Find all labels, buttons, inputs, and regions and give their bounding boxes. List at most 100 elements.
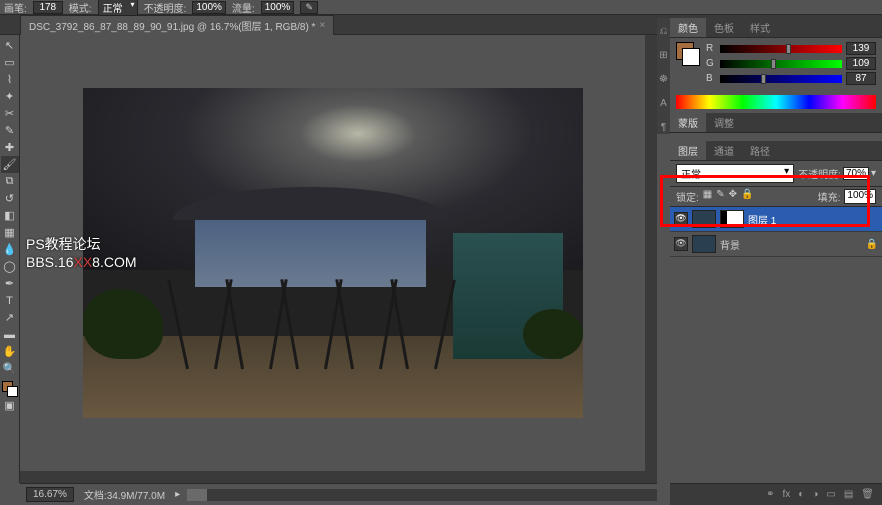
tab-paths[interactable]: 路径 <box>742 141 778 160</box>
type-tool[interactable]: T <box>1 292 19 309</box>
b-slider[interactable] <box>720 75 842 83</box>
layer-thumbnail[interactable] <box>692 235 716 253</box>
wand-tool[interactable]: ✦ <box>1 88 19 105</box>
lock-all-icon[interactable]: 🔒 <box>741 189 753 204</box>
layer-thumbnail[interactable] <box>692 210 716 228</box>
zoom-tool[interactable]: 🔍 <box>1 360 19 377</box>
right-panels: 颜色 色板 样式 R 139 G 109 B 87 蒙版 调整 <box>670 18 882 505</box>
brush-size[interactable]: 178 <box>33 1 63 14</box>
adjust-panel-tabs: 蒙版 调整 <box>670 113 882 133</box>
layers-list: 👁 图层 1 👁 背景 🔒 <box>670 207 882 345</box>
mask-icon[interactable]: ◐ <box>798 489 804 500</box>
folder-icon[interactable]: ▭ <box>826 489 835 500</box>
document-tab[interactable]: DSC_3792_86_87_88_89_90_91.jpg @ 16.7%(图… <box>20 15 334 35</box>
flow-label: 流量: <box>232 0 255 15</box>
history-brush-tool[interactable]: ↺ <box>1 190 19 207</box>
color-panel-swatch[interactable] <box>676 42 700 66</box>
lock-pixel-icon[interactable]: ✎ <box>716 189 724 204</box>
visibility-icon[interactable]: 👁 <box>674 237 688 251</box>
gradient-tool[interactable]: ▦ <box>1 224 19 241</box>
new-layer-icon[interactable]: ▤ <box>844 489 853 500</box>
r-slider[interactable] <box>720 45 842 53</box>
trash-icon[interactable]: 🗑 <box>861 489 874 500</box>
nav-icon[interactable]: ⊞ <box>658 50 670 62</box>
hand-tool[interactable]: ✋ <box>1 343 19 360</box>
horizontal-scrollbar[interactable] <box>187 489 657 501</box>
lasso-tool[interactable]: ⌇ <box>1 71 19 88</box>
color-spectrum[interactable] <box>676 95 876 109</box>
layer-blend-dropdown[interactable]: 正常▾ <box>676 164 794 183</box>
chevron-right-icon[interactable]: ▸ <box>175 489 180 500</box>
layers-footer: ⚭ fx ◐ ◑ ▭ ▤ 🗑 <box>670 483 882 505</box>
tab-swatches[interactable]: 色板 <box>706 18 742 37</box>
status-bar: 16.67% 文档:34.9M/77.0M ▸ <box>20 483 657 505</box>
tab-color[interactable]: 颜色 <box>670 18 706 37</box>
mode-label: 模式: <box>69 0 92 15</box>
pen-tool[interactable]: ✒ <box>1 275 19 292</box>
heal-tool[interactable]: ✚ <box>1 139 19 156</box>
tab-channels[interactable]: 通道 <box>706 141 742 160</box>
blur-tool[interactable]: 💧 <box>1 241 19 258</box>
layers-empty <box>670 345 882 483</box>
g-slider[interactable] <box>720 60 842 68</box>
fx-icon[interactable]: fx <box>783 489 791 500</box>
color-swatch[interactable] <box>2 381 18 397</box>
layer-row-background[interactable]: 👁 背景 🔒 <box>670 232 882 257</box>
history-icon[interactable]: ⎌ <box>658 26 670 38</box>
tab-adjust[interactable]: 调整 <box>706 113 742 132</box>
visibility-icon[interactable]: 👁 <box>674 212 688 226</box>
eraser-tool[interactable]: ◧ <box>1 207 19 224</box>
options-bar: 画笔: 178 模式: 正常 不透明度: 100% 流量: 100% ✎ <box>0 0 882 15</box>
para-icon[interactable]: ¶ <box>658 122 670 134</box>
link-icon[interactable]: ⚭ <box>766 489 774 500</box>
layer-name[interactable]: 背景 <box>720 237 862 252</box>
tab-mask[interactable]: 蒙版 <box>670 113 706 132</box>
tab-layers[interactable]: 图层 <box>670 141 706 160</box>
panel-dock: ⎌ ⊞ ☸ A ¶ <box>657 18 670 134</box>
doc-info: 文档:34.9M/77.0M <box>84 487 165 502</box>
layer-name[interactable]: 图层 1 <box>748 212 878 227</box>
fill-label: 填充: <box>818 189 841 204</box>
close-icon[interactable]: × <box>319 20 325 31</box>
opacity-value[interactable]: 100% <box>192 1 226 14</box>
vertical-scrollbar[interactable] <box>645 35 657 471</box>
quickmask-tool[interactable]: ▣ <box>1 397 19 414</box>
layer-opacity-value[interactable]: 70% <box>843 167 869 180</box>
layer-row-1[interactable]: 👁 图层 1 <box>670 207 882 232</box>
move-tool[interactable]: ↖ <box>1 37 19 54</box>
airbrush-icon[interactable]: ✎ <box>300 1 318 14</box>
stamp-tool[interactable]: ⧉ <box>1 173 19 190</box>
tab-title: DSC_3792_86_87_88_89_90_91.jpg @ 16.7%(图… <box>29 18 315 33</box>
fill-value[interactable]: 100% <box>844 189 876 204</box>
watermark-line1: PS教程论坛 <box>26 235 137 253</box>
watermark-line2: BBS.16XX8.COM <box>26 253 137 271</box>
adjustment-icon[interactable]: ◑ <box>812 489 818 500</box>
watermark: PS教程论坛 BBS.16XX8.COM <box>26 235 137 271</box>
blend-mode-dropdown[interactable]: 正常 <box>98 0 138 16</box>
adjust-panel-body <box>670 133 882 141</box>
marquee-tool[interactable]: ▭ <box>1 54 19 71</box>
r-value[interactable]: 139 <box>846 42 876 55</box>
dodge-tool[interactable]: ◯ <box>1 258 19 275</box>
chevron-down-icon[interactable]: ▾ <box>871 168 876 179</box>
char-icon[interactable]: A <box>658 98 670 110</box>
g-value[interactable]: 109 <box>846 57 876 70</box>
tab-styles[interactable]: 样式 <box>742 18 778 37</box>
shape-tool[interactable]: ▬ <box>1 326 19 343</box>
path-tool[interactable]: ↗ <box>1 309 19 326</box>
flow-value[interactable]: 100% <box>261 1 295 14</box>
canvas-image <box>83 88 583 418</box>
brush-tool[interactable]: 🖌 <box>1 156 19 173</box>
zoom-value[interactable]: 16.67% <box>26 487 74 502</box>
b-label: B <box>706 73 716 84</box>
color-panel-tabs: 颜色 色板 样式 <box>670 18 882 38</box>
opacity-label: 不透明度: <box>144 0 187 15</box>
layer-mask-thumbnail[interactable] <box>720 210 744 228</box>
lock-trans-icon[interactable]: ▦ <box>703 189 712 204</box>
eyedropper-tool[interactable]: ✎ <box>1 122 19 139</box>
lock-pos-icon[interactable]: ✥ <box>729 189 737 204</box>
b-value[interactable]: 87 <box>846 72 876 85</box>
crop-tool[interactable]: ✂ <box>1 105 19 122</box>
brush-label: 画笔: <box>4 0 27 15</box>
gear-icon[interactable]: ☸ <box>658 74 670 86</box>
